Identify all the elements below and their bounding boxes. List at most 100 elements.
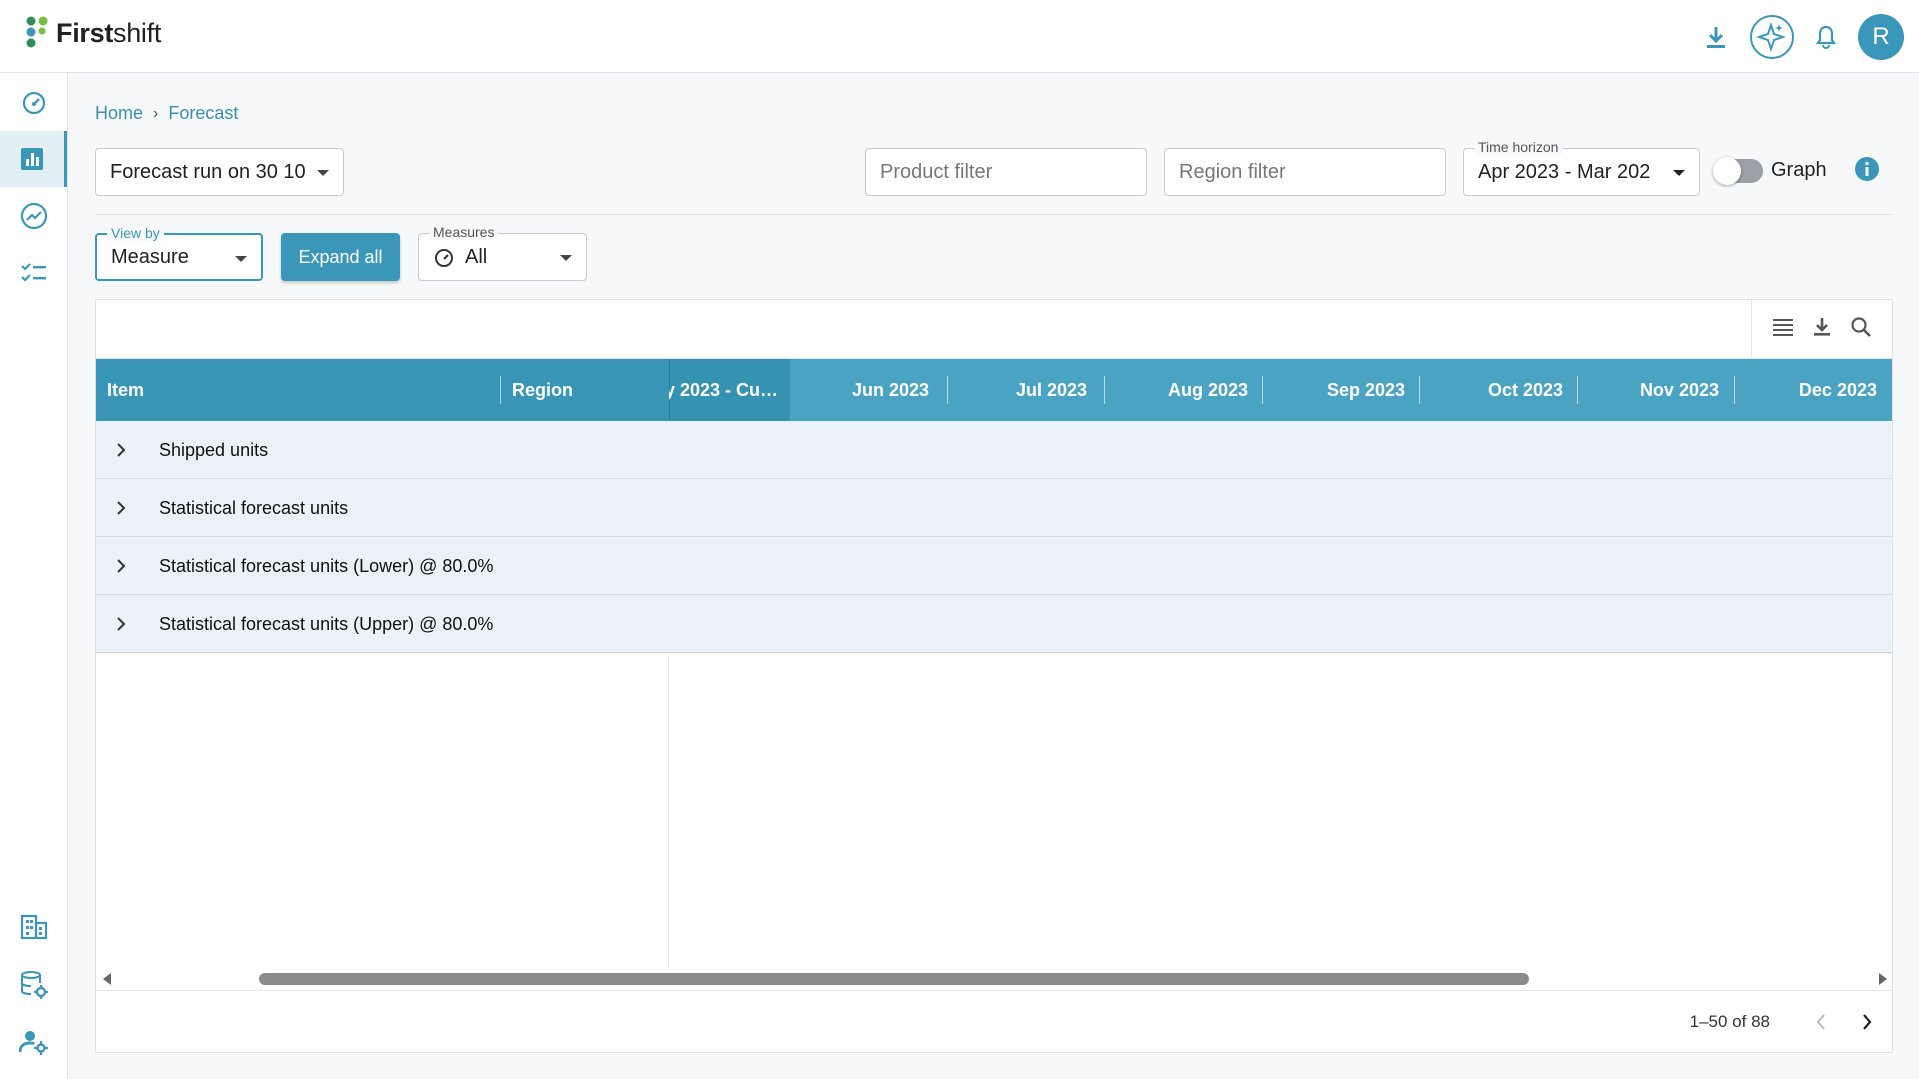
divider: [95, 214, 1893, 215]
chevron-right-icon[interactable]: [116, 558, 126, 574]
horizontal-scrollbar[interactable]: [96, 968, 1892, 990]
sidebar: [0, 73, 68, 1079]
view-by-label: View by: [107, 225, 164, 241]
view-by-value: Measure: [111, 245, 189, 268]
bell-icon: [1815, 25, 1837, 49]
breadcrumb-forecast-link[interactable]: Forecast: [168, 103, 238, 124]
next-page-icon[interactable]: [1862, 1013, 1872, 1031]
column-header-sep-2023[interactable]: Sep 2023: [1263, 359, 1405, 421]
column-resize-handle[interactable]: [500, 376, 501, 404]
logo[interactable]: Firstshift: [25, 16, 161, 50]
sidebar-item-tasks[interactable]: [0, 245, 67, 301]
table-row[interactable]: Statistical forecast units: [96, 479, 1892, 537]
column-header-dec-2023[interactable]: Dec 2023: [1735, 359, 1877, 421]
grid-toolbar: [96, 300, 1892, 359]
previous-page-icon[interactable]: [1816, 1013, 1826, 1031]
breadcrumb: Home › Forecast: [95, 103, 238, 124]
main-content: Home › Forecast Forecast run on 30 10 Pr…: [68, 73, 1919, 1079]
avatar: R: [1858, 13, 1904, 60]
graph-toggle[interactable]: [1713, 157, 1763, 185]
column-header-region[interactable]: Region: [512, 359, 573, 421]
scroll-right-icon[interactable]: [1878, 973, 1888, 985]
firstshift-logo-icon: [26, 16, 48, 48]
notifications-button[interactable]: [1801, 0, 1851, 73]
time-horizon-select[interactable]: Time horizon Apr 2023 - Mar 202: [1463, 139, 1700, 196]
ai-assistant-button[interactable]: [1747, 0, 1797, 73]
top-bar: Firstshift R: [0, 0, 1919, 73]
trend-chart-icon: [20, 202, 47, 230]
grid-download-button[interactable]: [1813, 317, 1831, 342]
forecast-grid: Item Region y 2023 - Cu… Jun 2023 Jul 20…: [95, 299, 1893, 1053]
sidebar-item-dashboard[interactable]: [0, 74, 67, 130]
chevron-down-icon: [1673, 170, 1685, 176]
measures-value: All: [465, 245, 488, 268]
expand-all-button[interactable]: Expand all: [281, 233, 400, 281]
region-filter-placeholder: Region filter: [1179, 160, 1286, 183]
info-icon: [1855, 157, 1879, 181]
bar-chart-icon: [21, 148, 43, 170]
download-icon: [1707, 26, 1725, 48]
pagination-range: 1–50 of 88: [1689, 1012, 1770, 1031]
table-row[interactable]: Statistical forecast units (Upper) @ 80.…: [96, 595, 1892, 653]
time-horizon-label: Time horizon: [1474, 139, 1563, 155]
sidebar-item-trends[interactable]: [0, 188, 67, 244]
row-label: Shipped units: [159, 439, 269, 460]
graph-toggle-knob: [1713, 157, 1741, 185]
measures-select[interactable]: Measures All: [418, 224, 587, 281]
info-button[interactable]: [1854, 156, 1880, 187]
gauge-icon: [435, 249, 453, 267]
dashboard-gauge-icon: [22, 91, 45, 115]
columns-menu-icon: [1772, 319, 1793, 336]
chevron-right-icon[interactable]: [116, 500, 126, 516]
user-menu-button[interactable]: R: [1857, 0, 1905, 73]
forecast-run-select[interactable]: Forecast run on 30 10: [95, 148, 344, 196]
building-icon: [20, 914, 47, 940]
grid-footer: 1–50 of 88: [96, 990, 1892, 1052]
table-row[interactable]: Shipped units: [96, 421, 1892, 479]
ai-sparkle-icon: [1750, 14, 1794, 59]
columns-menu-button[interactable]: [1772, 317, 1794, 342]
sidebar-item-user-settings[interactable]: [0, 1014, 67, 1070]
product-filter-input[interactable]: Product filter: [865, 148, 1147, 196]
breadcrumb-separator: ›: [153, 104, 159, 122]
view-by-select[interactable]: View by Measure: [95, 225, 263, 281]
column-header-item[interactable]: Item: [107, 359, 144, 421]
row-label: Statistical forecast units: [159, 497, 349, 518]
checklist-icon: [20, 263, 46, 282]
logo-text: Firstshift: [56, 17, 162, 48]
column-header-jul-2023[interactable]: Jul 2023: [948, 359, 1087, 421]
product-filter-placeholder: Product filter: [880, 160, 993, 183]
scroll-left-icon[interactable]: [102, 973, 112, 985]
region-filter-input[interactable]: Region filter: [1164, 148, 1446, 196]
sidebar-item-organization[interactable]: [0, 899, 67, 955]
grid-header: Item Region y 2023 - Cu… Jun 2023 Jul 20…: [96, 359, 1892, 421]
database-settings-icon: [20, 971, 48, 999]
chevron-right-icon[interactable]: [116, 616, 126, 632]
graph-toggle-label: Graph: [1771, 159, 1827, 181]
sidebar-item-data-settings[interactable]: [0, 957, 67, 1013]
sidebar-item-forecast[interactable]: [0, 131, 67, 187]
search-icon: [1851, 317, 1872, 337]
grid-search-button[interactable]: [1850, 316, 1872, 343]
download-icon: [1813, 318, 1830, 336]
breadcrumb-home-link[interactable]: Home: [95, 103, 143, 124]
pinned-header: [96, 359, 669, 421]
table-row[interactable]: Statistical forecast units (Lower) @ 80.…: [96, 537, 1892, 595]
time-horizon-value: Apr 2023 - Mar 202: [1478, 160, 1651, 183]
scrollbar-thumb[interactable]: [259, 973, 1529, 985]
row-label: Statistical forecast units (Upper) @ 80.…: [159, 613, 494, 634]
column-header-nov-2023[interactable]: Nov 2023: [1578, 359, 1719, 421]
chevron-down-icon: [317, 170, 329, 176]
download-button[interactable]: [1691, 0, 1741, 73]
column-header-oct-2023[interactable]: Oct 2023: [1420, 359, 1563, 421]
pinned-column-divider: [668, 657, 669, 968]
user-settings-icon: [18, 1031, 48, 1055]
forecast-run-value: Forecast run on 30 10: [110, 160, 306, 183]
column-header-current[interactable]: y 2023 - Cu…: [669, 359, 779, 421]
measures-label: Measures: [429, 224, 499, 240]
chevron-down-icon: [560, 255, 572, 261]
chevron-right-icon[interactable]: [116, 442, 126, 458]
chevron-down-icon: [235, 256, 247, 262]
column-header-jun-2023[interactable]: Jun 2023: [790, 359, 929, 421]
column-header-aug-2023[interactable]: Aug 2023: [1105, 359, 1248, 421]
